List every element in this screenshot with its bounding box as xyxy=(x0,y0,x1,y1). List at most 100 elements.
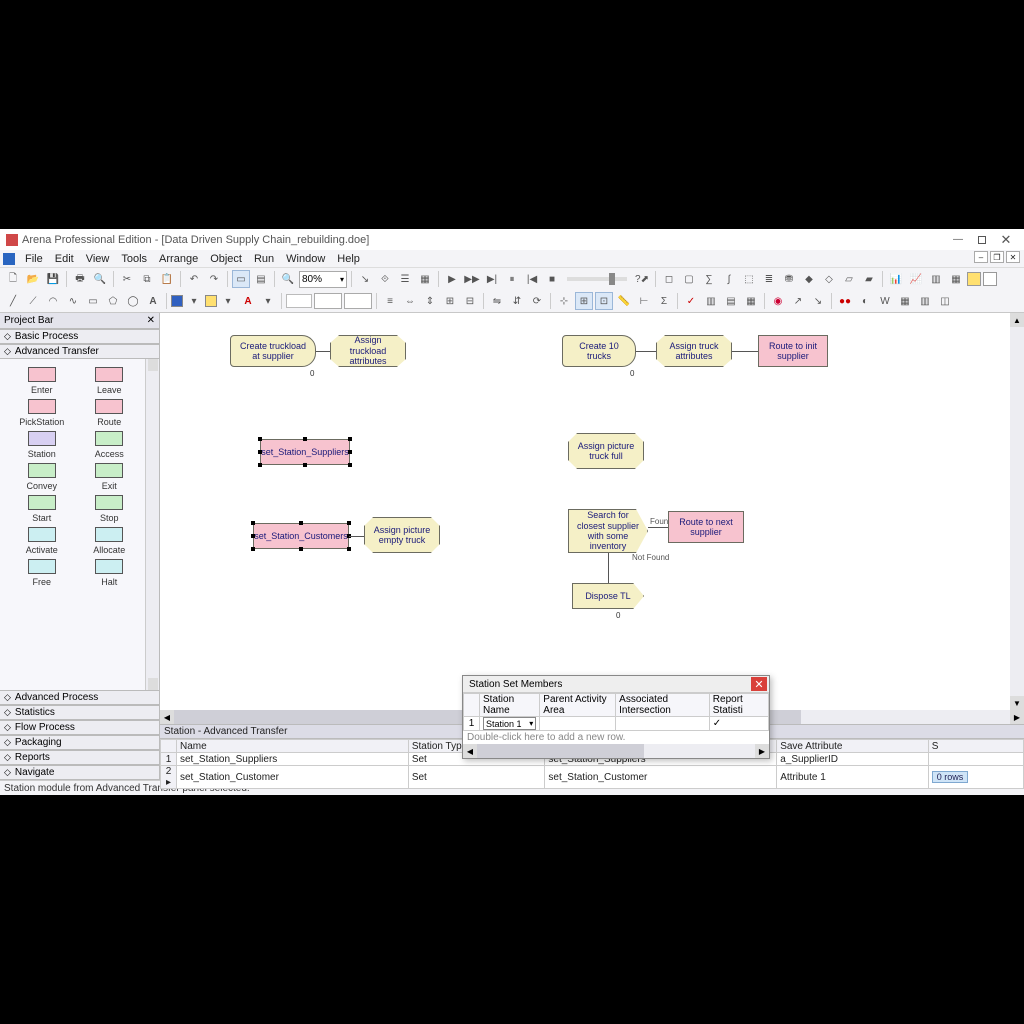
expr-button[interactable]: ∫ xyxy=(720,270,738,288)
panel-basic-process[interactable]: Basic Process xyxy=(0,329,159,344)
text-color-dd[interactable]: ▾ xyxy=(259,292,277,310)
plot-button[interactable]: 📈 xyxy=(907,270,925,288)
module-stop[interactable]: Stop xyxy=(78,495,142,523)
transporter-button[interactable]: ◇ xyxy=(820,270,838,288)
arc-tool-button[interactable]: ◠ xyxy=(44,292,62,310)
module-halt[interactable]: Halt xyxy=(78,559,142,587)
tool-v-button[interactable]: ◫ xyxy=(936,292,954,310)
members-cell[interactable]: 0 rows xyxy=(932,771,969,783)
block-set-station-customers[interactable]: set_Station_Customers xyxy=(253,523,349,549)
panel-statistics[interactable]: Statistics xyxy=(0,705,159,720)
fast-forward-button[interactable]: ▶▶ xyxy=(463,270,481,288)
anim2-button[interactable]: ▰ xyxy=(860,270,878,288)
anim-button[interactable]: ▱ xyxy=(840,270,858,288)
line-color-dd[interactable]: ▾ xyxy=(185,292,203,310)
tool-wiz-button[interactable]: ▥ xyxy=(702,292,720,310)
tool-x-button[interactable]: ◐ xyxy=(856,292,874,310)
route-marker-button[interactable]: ↗ xyxy=(789,292,807,310)
block-route-to-next-supplier[interactable]: Route to next supplier xyxy=(668,511,744,543)
module-free[interactable]: Free xyxy=(10,559,74,587)
marker-white[interactable] xyxy=(983,272,997,286)
module-button[interactable]: ▢ xyxy=(680,270,698,288)
module-route[interactable]: Route xyxy=(78,399,142,427)
bezier-tool-button[interactable]: ∿ xyxy=(64,292,82,310)
module-pickstation[interactable]: PickStation xyxy=(10,399,74,427)
popup-hint[interactable]: Double-click here to add a new row. xyxy=(463,731,769,744)
route-marker2-button[interactable]: ↘ xyxy=(809,292,827,310)
snap-grid-button[interactable]: ⊡ xyxy=(595,292,613,310)
open-button[interactable]: 📂 xyxy=(24,270,42,288)
menu-arrange[interactable]: Arrange xyxy=(153,253,204,265)
block-assign-truck-attributes[interactable]: Assign truck attributes xyxy=(656,335,732,367)
mdi-restore-button[interactable]: ❐ xyxy=(990,251,1004,263)
panel-flow-process[interactable]: Flow Process xyxy=(0,720,159,735)
view-mode-button[interactable]: ▭ xyxy=(232,270,250,288)
col-name[interactable]: Name xyxy=(177,740,409,753)
station-marker-button[interactable]: ◉ xyxy=(769,292,787,310)
model-canvas[interactable]: ▲▼ Create truckload at supplier 0 Assign… xyxy=(160,313,1024,710)
ungroup-button[interactable]: ⊟ xyxy=(461,292,479,310)
module-access[interactable]: Access xyxy=(78,431,142,459)
stop-button[interactable]: ■ xyxy=(543,270,561,288)
module-leave[interactable]: Leave xyxy=(78,367,142,395)
ellipse-tool-button[interactable]: ◯ xyxy=(124,292,142,310)
print-preview-button[interactable]: 🔍 xyxy=(91,270,109,288)
menu-file[interactable]: File xyxy=(19,253,49,265)
menu-tools[interactable]: Tools xyxy=(115,253,153,265)
flip-h-button[interactable]: ⇋ xyxy=(488,292,506,310)
group-button[interactable]: ⊞ xyxy=(441,292,459,310)
minimize-button[interactable]: — xyxy=(946,231,970,249)
table-row[interactable]: 2 ▸ set_Station_Customer Set set_Station… xyxy=(161,766,1024,789)
fill-color-dd[interactable]: ▾ xyxy=(219,292,237,310)
module-start[interactable]: Start xyxy=(10,495,74,523)
col-save-attribute[interactable]: Save Attribute xyxy=(777,740,929,753)
menu-object[interactable]: Object xyxy=(204,253,248,265)
layers-button[interactable]: ▤ xyxy=(252,270,270,288)
block-create-truckload[interactable]: Create truckload at supplier xyxy=(230,335,316,367)
new-button[interactable]: 🗋 xyxy=(4,270,22,288)
go-button[interactable]: ▶ xyxy=(443,270,461,288)
block-route-to-init-supplier[interactable]: Route to init supplier xyxy=(758,335,828,367)
mdi-minimize-button[interactable]: – xyxy=(974,251,988,263)
block-search-closest-supplier[interactable]: Search for closest supplier with some in… xyxy=(568,509,648,553)
close-button[interactable]: ✕ xyxy=(994,231,1018,249)
guides-button[interactable]: ⊢ xyxy=(635,292,653,310)
block-assign-truckload-attributes[interactable]: Assign truckload attributes xyxy=(330,335,406,367)
tool-b-button[interactable]: ☰ xyxy=(396,270,414,288)
distribute-v-button[interactable]: ⇕ xyxy=(421,292,439,310)
line-color-button[interactable] xyxy=(171,295,183,307)
menu-view[interactable]: View xyxy=(80,253,116,265)
tool-c-button[interactable]: ▦ xyxy=(416,270,434,288)
record-button[interactable]: ●● xyxy=(836,292,854,310)
pause-button[interactable]: ⏸ xyxy=(503,270,521,288)
menu-help[interactable]: Help xyxy=(331,253,366,265)
panel-advanced-process[interactable]: Advanced Process xyxy=(0,690,159,705)
module-activate[interactable]: Activate xyxy=(10,527,74,555)
snap-button[interactable]: ⊹ xyxy=(555,292,573,310)
histogram-button[interactable]: ▥ xyxy=(927,270,945,288)
dialog-close-button[interactable]: ✕ xyxy=(751,677,767,691)
line-tool-button[interactable]: ╱ xyxy=(4,292,22,310)
speed-slider[interactable] xyxy=(567,277,627,281)
module-allocate[interactable]: Allocate xyxy=(78,527,142,555)
panel-navigate[interactable]: Navigate xyxy=(0,765,159,780)
panel-packaging[interactable]: Packaging xyxy=(0,735,159,750)
marker-yellow[interactable] xyxy=(967,272,981,286)
block-set-station-suppliers[interactable]: set_Station_Suppliers xyxy=(260,439,350,465)
block-dispose-tl[interactable]: Dispose TL xyxy=(572,583,644,609)
res-button[interactable]: ⬚ xyxy=(740,270,758,288)
module-exit[interactable]: Exit xyxy=(78,463,142,491)
print-button[interactable]: 🖶 xyxy=(71,270,89,288)
project-bar-close-icon[interactable]: ✕ xyxy=(147,315,155,326)
popup-col-station-name[interactable]: Station Name xyxy=(480,694,540,717)
level-button[interactable]: ▦ xyxy=(947,270,965,288)
grid-button[interactable]: ⊞ xyxy=(575,292,593,310)
entity-button[interactable]: ◆ xyxy=(800,270,818,288)
tool-opt-button[interactable]: ▤ xyxy=(722,292,740,310)
line-pattern-button[interactable] xyxy=(314,293,342,309)
submodel-button[interactable]: ◻ xyxy=(660,270,678,288)
menu-window[interactable]: Window xyxy=(280,253,331,265)
panel-advanced-transfer[interactable]: Advanced Transfer xyxy=(0,344,159,359)
var-button[interactable]: ∑ xyxy=(700,270,718,288)
popup-row[interactable]: 1 Station 1 xyxy=(464,717,769,731)
